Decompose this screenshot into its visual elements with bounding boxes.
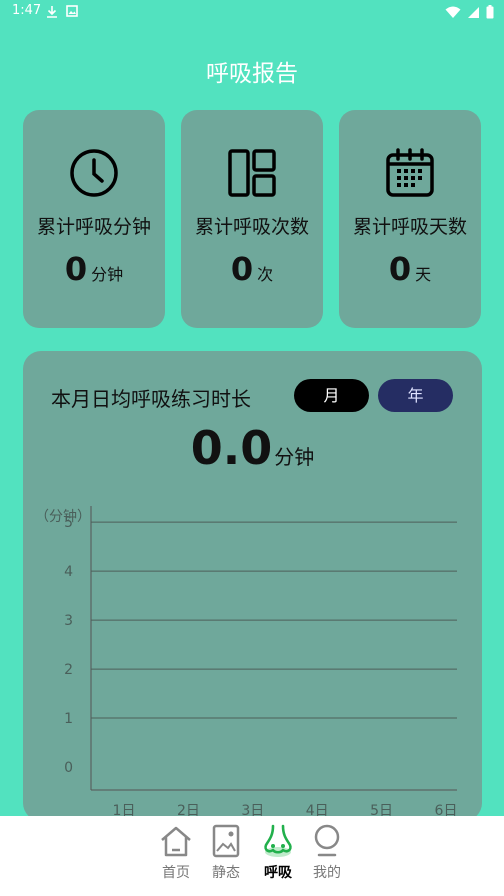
- calendar-icon: [386, 148, 434, 197]
- stat-label: 累计呼吸天数: [352, 216, 467, 238]
- wifi-icon: [445, 6, 461, 18]
- chart-card: 本月日均呼吸练习时长 月 年 0.0 分钟 （分钟） 0 1 2 3 4 5 1日 2日 3日 4日 5…: [23, 351, 482, 821]
- stat-label: 累计呼吸分钟: [36, 216, 151, 238]
- stat-value: 0 分钟: [23, 250, 165, 288]
- user-icon: [314, 824, 340, 857]
- picture-icon: [212, 824, 240, 858]
- y-tick-label: 0: [64, 760, 73, 776]
- layout-icon: [228, 149, 276, 197]
- status-time: 1:47: [12, 3, 42, 18]
- y-unit-label: （分钟）: [35, 508, 91, 525]
- y-tick-label: 3: [64, 613, 73, 629]
- stat-unit: 天: [415, 265, 432, 284]
- stat-card-count: 累计呼吸次数 0次: [181, 110, 323, 328]
- stat-label: 累计呼吸次数: [194, 216, 309, 238]
- nav-item-mine[interactable]: 我的: [297, 824, 357, 882]
- y-tick-label: 5: [64, 515, 73, 531]
- y-tick-label: 4: [64, 564, 73, 580]
- stat-number: 0: [388, 250, 412, 288]
- download-icon: [47, 6, 57, 18]
- stat-number: 0: [230, 250, 254, 288]
- stat-number: 0: [64, 250, 88, 288]
- nose-icon: [264, 824, 292, 857]
- stat-unit: 次: [257, 265, 274, 284]
- home-icon: [161, 826, 191, 857]
- nav-label: 我的: [313, 865, 341, 881]
- battery-icon: [486, 5, 494, 19]
- stat-value: 0天: [339, 250, 481, 288]
- nav-label: 静态: [212, 865, 240, 881]
- clock-icon: [70, 149, 118, 197]
- stat-value: 0次: [181, 250, 323, 288]
- stat-unit: 分钟: [91, 265, 124, 284]
- stat-card-days: 累计呼吸天数 0天: [339, 110, 481, 328]
- status-bar: 1:47: [0, 0, 504, 24]
- bottom-nav: 首页 静态 呼吸 我的: [0, 816, 504, 896]
- image-icon: [66, 5, 78, 17]
- page-title: 呼吸报告: [206, 61, 298, 87]
- y-tick-label: 1: [64, 711, 73, 727]
- y-tick-label: 2: [64, 662, 73, 678]
- daily-chart: （分钟）0123451日 2日 3日 4日 5日 6日: [35, 506, 457, 819]
- nav-item-static[interactable]: 静态: [196, 824, 256, 882]
- stat-card-minutes: 累计呼吸分钟 0 分钟: [23, 110, 165, 328]
- signal-icon: [468, 6, 479, 18]
